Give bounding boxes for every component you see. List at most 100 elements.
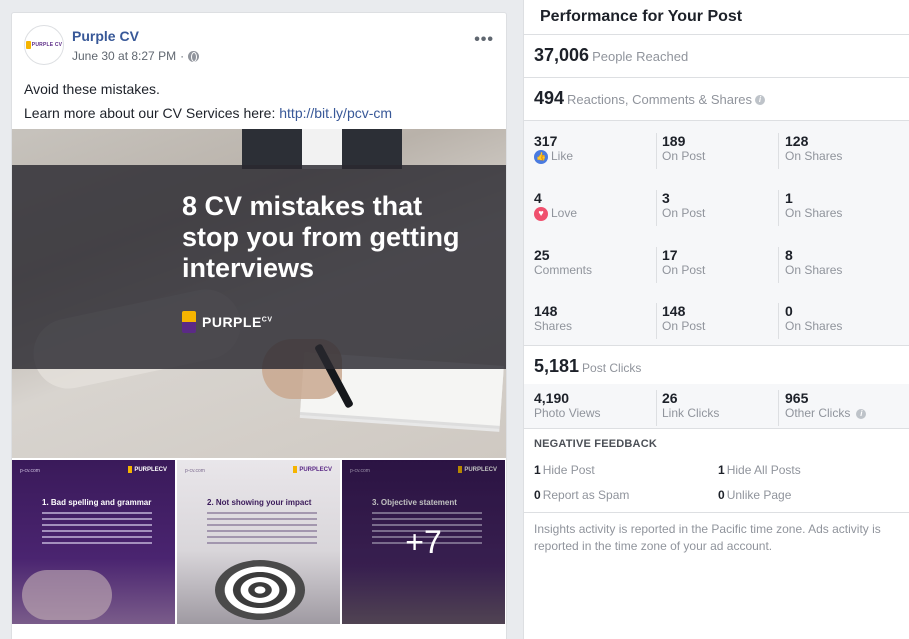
post-date-link[interactable]: June 30 at 8:27 PM xyxy=(72,49,176,63)
page-name-link[interactable]: Purple CV xyxy=(72,28,139,44)
cv-services-link[interactable]: http://bit.ly/pcv-cm xyxy=(279,105,392,121)
love-heart-icon: ♥ xyxy=(534,206,548,221)
target-icon xyxy=(215,560,305,620)
negative-feedback-heading: NEGATIVE FEEDBACK xyxy=(534,438,657,450)
on-shares-label: On Shares xyxy=(785,206,843,220)
timezone-footnote: Insights activity is reported in the Pac… xyxy=(534,522,881,553)
divider xyxy=(524,428,909,429)
shares-total: 148 xyxy=(534,303,558,319)
reaction-breakdown: 317 👍 Like 189 On Post 128 On Shares 4 ♥ L… xyxy=(524,121,909,345)
brand-sup: CV xyxy=(261,316,273,324)
meta-separator: · xyxy=(180,49,185,63)
link-clicks-value: 26 xyxy=(662,390,678,406)
thumb-site: p-cv.com xyxy=(20,468,40,474)
thumb-logo: PURPLECV xyxy=(128,466,167,473)
post-meta: June 30 at 8:27 PM · xyxy=(72,49,200,63)
thumbnail-1[interactable]: p-cv.com PURPLECV 1. Bad spelling and gr… xyxy=(12,460,175,624)
engagement-value: 494 xyxy=(534,88,565,108)
thumbnail-2[interactable]: p-cv.com PURPLECV 2. Not showing your im… xyxy=(177,460,340,624)
spam-value: 0 xyxy=(534,488,541,502)
post-card: PURPLE CV Purple CV June 30 at 8:27 PM ·… xyxy=(11,12,507,639)
info-icon[interactable]: i xyxy=(755,94,766,105)
love-on-shares-cell: 1 On Shares xyxy=(778,190,898,226)
engagement-label: Reactions, Comments & Shares xyxy=(567,92,753,107)
photo-views-cell: 4,190 Photo Views xyxy=(534,390,654,426)
love-total-cell: 4 ♥ Love xyxy=(534,190,654,226)
like-on-post: 189 xyxy=(662,133,686,149)
thumb-logo: PURPLECV xyxy=(293,466,332,473)
comments-on-post-cell: 17 On Post xyxy=(656,247,776,283)
like-total: 317 xyxy=(534,133,558,149)
shares-total-cell: 148 Shares xyxy=(534,303,654,339)
thumb-logo-text: PURPLECV xyxy=(134,466,167,473)
love-total: 4 xyxy=(534,190,542,206)
hero-title: 8 CV mistakes that stop you from getting… xyxy=(182,191,460,283)
comments-on-shares: 8 xyxy=(785,247,793,263)
reach-value: 37,006 xyxy=(534,45,590,65)
other-clicks-value: 965 xyxy=(785,390,809,406)
photo-views-value: 4,190 xyxy=(534,390,570,406)
like-label: Like xyxy=(551,149,574,163)
avatar-logo-text: PURPLE CV xyxy=(31,42,63,48)
love-on-post: 3 xyxy=(662,190,670,206)
like-label-wrap: 👍 Like xyxy=(534,149,654,164)
love-on-post-cell: 3 On Post xyxy=(656,190,776,226)
logo-mark-icon xyxy=(25,41,31,49)
hero-brand-logo: PURPLECV xyxy=(182,311,273,333)
love-on-shares: 1 xyxy=(785,190,793,206)
click-breakdown-row: 4,190 Photo Views 26 Link Clicks 965 Oth… xyxy=(534,390,900,430)
thumbnail-3[interactable]: p-cv.com PURPLECV 3. Objective statement… xyxy=(342,460,505,624)
shares-on-post: 148 xyxy=(662,303,686,319)
more-photos-overlay[interactable]: +7 xyxy=(342,460,505,624)
like-total-cell: 317 👍 Like xyxy=(534,133,654,169)
logo-mark-icon xyxy=(128,466,133,473)
post-header: PURPLE CV Purple CV June 30 at 8:27 PM ·… xyxy=(24,25,494,69)
hide-post-label: Hide Post xyxy=(542,463,595,477)
unlike-label: Unlike Page xyxy=(726,488,792,502)
thumb-body-text xyxy=(42,512,152,548)
thumb-hand-shape xyxy=(22,570,112,620)
more-options-icon[interactable]: ••• xyxy=(474,31,494,49)
post-text-line-2: Learn more about our CV Services here: h… xyxy=(24,101,392,125)
thumb-site: p-cv.com xyxy=(185,468,205,474)
page-avatar[interactable]: PURPLE CV xyxy=(24,25,64,65)
on-shares-label: On Shares xyxy=(785,319,843,333)
comments-total-cell: 25 Comments xyxy=(534,247,654,283)
spam-label: Report as Spam xyxy=(542,488,630,502)
hero-image[interactable]: 8 CV mistakes that stop you from getting… xyxy=(12,129,506,458)
on-shares-label: On Shares xyxy=(785,263,843,277)
love-label: Love xyxy=(551,206,578,220)
hero-shirt-shape xyxy=(302,129,342,169)
brand-mark-icon xyxy=(182,311,196,333)
globe-icon[interactable] xyxy=(188,50,200,62)
spam-stat: 0 Report as Spam xyxy=(534,488,629,502)
comments-total: 25 xyxy=(534,247,550,263)
other-clicks-label: Other Clicks xyxy=(785,406,851,420)
panel-title: Performance for Your Post xyxy=(540,8,743,25)
reaction-row-comments: 25 Comments 17 On Post 8 On Shares xyxy=(534,247,900,287)
like-icon: 👍 xyxy=(534,149,548,164)
unlike-value: 0 xyxy=(718,488,725,502)
on-post-label: On Post xyxy=(662,206,706,220)
logo-mark-icon xyxy=(293,466,298,473)
thumb-heading: 1. Bad spelling and grammar xyxy=(42,498,152,507)
hide-post-value: 1 xyxy=(534,463,541,477)
comments-label: Comments xyxy=(534,263,593,277)
reaction-row-like: 317 👍 Like 189 On Post 128 On Shares xyxy=(534,133,900,173)
like-on-post-cell: 189 On Post xyxy=(656,133,776,169)
hide-all-stat: 1 Hide All Posts xyxy=(718,463,801,477)
post-text: Avoid these mistakes. Learn more about o… xyxy=(24,77,392,125)
engagement-section: 494 Reactions, Comments & Shares i xyxy=(524,78,909,120)
thumbnail-strip: p-cv.com PURPLECV 1. Bad spelling and gr… xyxy=(12,460,506,624)
divider xyxy=(524,512,909,513)
clicks-stat: 5,181 Post Clicks xyxy=(534,356,641,377)
post-text-prefix: Learn more about our CV Services here: xyxy=(24,105,280,121)
on-post-label: On Post xyxy=(662,319,706,333)
hide-all-label: Hide All Posts xyxy=(726,463,801,477)
reach-section: 37,006 People Reached xyxy=(524,35,909,77)
on-post-label: On Post xyxy=(662,149,706,163)
info-icon[interactable]: i xyxy=(856,408,867,419)
comments-on-shares-cell: 8 On Shares xyxy=(778,247,898,283)
on-post-label: On Post xyxy=(662,263,706,277)
reach-label: People Reached xyxy=(592,49,689,64)
